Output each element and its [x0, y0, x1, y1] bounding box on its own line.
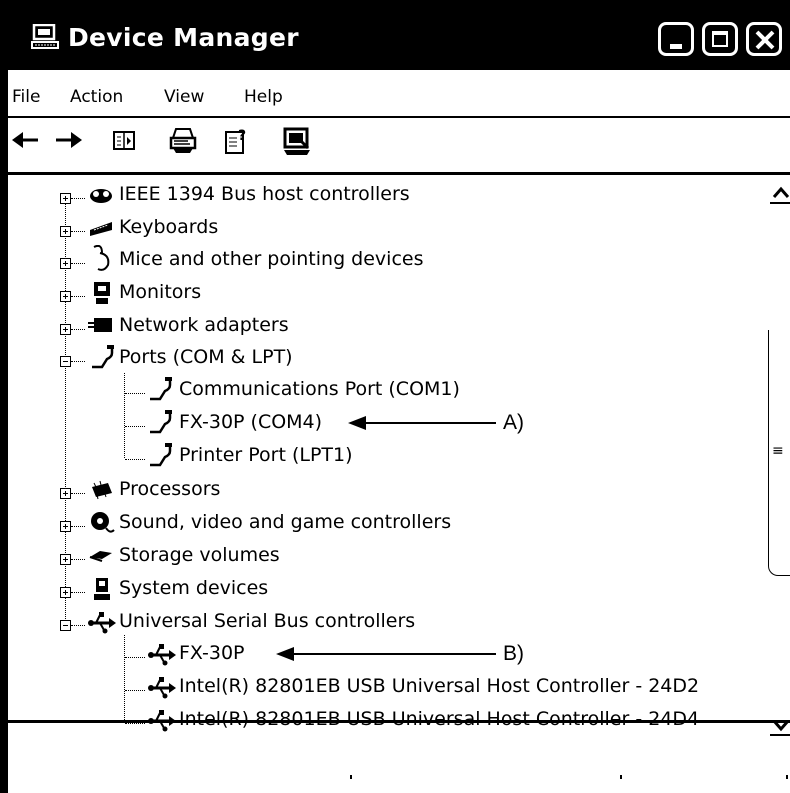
forward-arrow-icon[interactable]: [54, 130, 82, 154]
tree-node-sound[interactable]: Sound, video and game controllers: [8, 508, 708, 538]
tree-node-processors[interactable]: Processors: [8, 475, 708, 505]
mouse-icon: [88, 244, 114, 271]
tree-node-label: Printer Port (LPT1): [179, 444, 353, 466]
tree-node-keyboards[interactable]: Keyboards: [8, 213, 708, 243]
expand-icon[interactable]: [60, 291, 71, 302]
tree-node-label: FX-30P: [179, 642, 245, 664]
tree-node-ports[interactable]: Ports (COM & LPT): [8, 343, 708, 373]
scroll-up-button[interactable]: [770, 183, 790, 205]
port-icon: [90, 345, 116, 369]
usb-icon: [148, 676, 176, 700]
menu-file[interactable]: File: [12, 87, 40, 107]
sound-icon: [88, 510, 115, 534]
annotation-label-b: B): [503, 642, 524, 665]
window-title: Device Manager: [68, 23, 299, 52]
tree-node-system-devices[interactable]: System devices: [8, 574, 708, 604]
usb-icon: [148, 643, 176, 667]
tree-node-label: Intel(R) 82801EB USB Universal Host Cont…: [179, 675, 700, 697]
back-arrow-icon[interactable]: [12, 130, 40, 154]
menu-view[interactable]: View: [164, 87, 204, 107]
expand-icon[interactable]: [60, 258, 71, 269]
usb-icon: [88, 611, 116, 635]
tree-node-label: FX-30P (COM4): [179, 411, 323, 433]
tree-node-label: Storage volumes: [119, 544, 280, 566]
tree-node-label: Communications Port (COM1): [179, 378, 460, 400]
tree-node-storage-volumes[interactable]: Storage volumes: [8, 541, 708, 571]
minimize-button[interactable]: [658, 22, 694, 56]
print-icon[interactable]: [168, 126, 198, 160]
status-bar: [8, 720, 790, 793]
storage-icon: [88, 547, 114, 571]
collapse-icon[interactable]: [60, 620, 71, 631]
tree-node-label: Monitors: [119, 281, 202, 303]
tree-node-label: Sound, video and game controllers: [119, 511, 452, 533]
svg-text:?: ?: [238, 128, 246, 144]
expand-icon[interactable]: [60, 554, 71, 565]
close-button[interactable]: [746, 22, 782, 56]
expand-icon[interactable]: [60, 488, 71, 499]
ieee1394-icon: [88, 183, 114, 207]
annotation-label-a: A): [503, 411, 524, 434]
close-icon: [755, 30, 775, 50]
tree-node-lpt1[interactable]: Printer Port (LPT1): [8, 441, 708, 471]
monitor-icon: [90, 280, 116, 304]
computer-icon: [30, 23, 60, 50]
port-icon: [148, 443, 174, 467]
system-device-icon: [90, 576, 116, 600]
tree-node-monitors[interactable]: Monitors: [8, 278, 708, 308]
menu-action[interactable]: Action: [70, 87, 123, 107]
network-adapter-icon: [88, 315, 114, 339]
tree-node-com1[interactable]: Communications Port (COM1): [8, 375, 708, 405]
status-divider: [620, 775, 622, 779]
expand-icon[interactable]: [60, 587, 71, 598]
properties-icon[interactable]: [112, 130, 136, 156]
annotation-arrow-a: [348, 416, 496, 430]
tree-node-mice[interactable]: Mice and other pointing devices: [8, 244, 708, 275]
tree-node-label: Universal Serial Bus controllers: [119, 610, 416, 632]
keyboard-icon: [88, 218, 114, 242]
expand-icon[interactable]: [60, 226, 71, 237]
title-bar[interactable]: Device Manager: [8, 0, 790, 70]
help-icon[interactable]: ?: [222, 126, 252, 160]
tree-node-label: Network adapters: [119, 314, 289, 336]
chevron-up-icon: [770, 186, 790, 204]
tree-node-usb-controllers[interactable]: Universal Serial Bus controllers: [8, 607, 708, 637]
device-manager-window: Device Manager File Action View Help ? I…: [0, 0, 790, 793]
tree-node-label: System devices: [119, 577, 269, 599]
collapse-icon[interactable]: [60, 356, 71, 367]
tree-node-label: Ports (COM & LPT): [119, 346, 293, 368]
port-icon: [148, 377, 174, 401]
device-tree: IEEE 1394 Bus host controllers Keyboards…: [8, 175, 768, 732]
scroll-grip-icon[interactable]: ≡: [772, 443, 784, 459]
tree-node-label: Keyboards: [119, 216, 219, 238]
tree-node-usb-24d2[interactable]: Intel(R) 82801EB USB Universal Host Cont…: [8, 672, 748, 702]
port-icon: [148, 410, 174, 434]
tree-node-label: Processors: [119, 478, 221, 500]
annotation-arrow-b: [276, 647, 496, 661]
status-divider: [786, 775, 788, 779]
tree-node-network-adapters[interactable]: Network adapters: [8, 311, 708, 341]
toolbar: ?: [8, 118, 790, 175]
scan-hardware-icon[interactable]: [282, 126, 312, 160]
status-divider: [350, 775, 352, 779]
tree-node-ieee1394[interactable]: IEEE 1394 Bus host controllers: [8, 180, 708, 210]
expand-icon[interactable]: [60, 521, 71, 532]
tree-node-label: IEEE 1394 Bus host controllers: [119, 183, 410, 205]
expand-icon[interactable]: [60, 324, 71, 335]
menu-help[interactable]: Help: [244, 87, 283, 107]
expand-icon[interactable]: [60, 193, 71, 204]
menu-bar: File Action View Help: [8, 70, 790, 118]
tree-node-label: Mice and other pointing devices: [119, 248, 424, 270]
maximize-button[interactable]: [702, 22, 738, 56]
processor-icon: [88, 479, 114, 503]
